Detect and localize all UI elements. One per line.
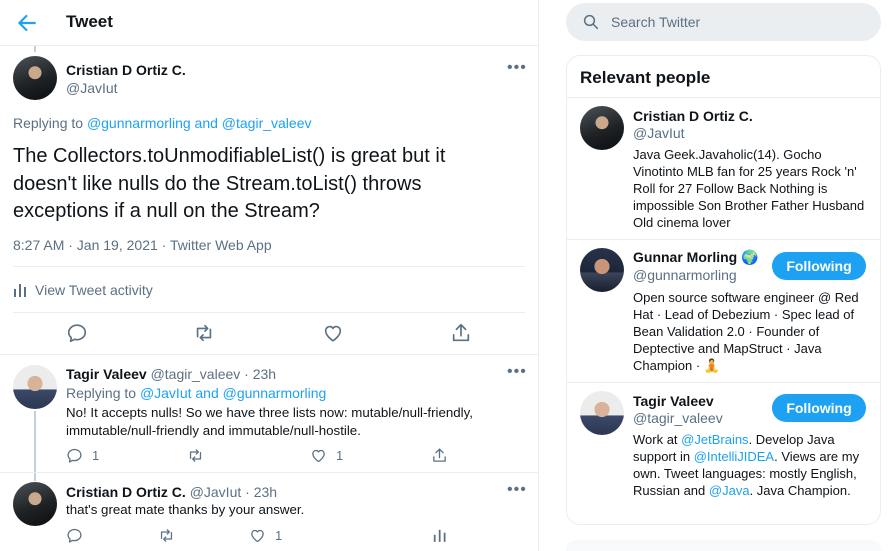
thread-connector bbox=[34, 411, 36, 481]
avatar[interactable] bbox=[13, 365, 57, 409]
reply-count: 1 bbox=[92, 447, 100, 463]
author-name[interactable]: Cristian D Ortiz C. bbox=[66, 484, 186, 500]
divider bbox=[13, 266, 525, 267]
replying-to: Replying to @JavIut and @gunnarmorling bbox=[66, 385, 326, 401]
like-button[interactable]: 1 bbox=[249, 526, 282, 544]
view-activity-label: View Tweet activity bbox=[35, 282, 153, 298]
reply-time[interactable]: · 23h bbox=[245, 484, 277, 500]
following-button[interactable]: Following bbox=[772, 252, 866, 280]
share-icon[interactable] bbox=[450, 322, 472, 344]
like-button[interactable]: 1 bbox=[310, 446, 343, 464]
reply-button[interactable]: 1 bbox=[66, 446, 99, 464]
reply-text: No! It accepts nulls! So we have three l… bbox=[66, 405, 473, 438]
retweet-button[interactable] bbox=[187, 446, 213, 464]
reply-header: Cristian D Ortiz C. @JavIut · 23h bbox=[66, 484, 277, 500]
divider bbox=[567, 97, 880, 98]
person-name: Gunnar Morling bbox=[633, 249, 738, 265]
person-bio: Open source software engineer @ Red Hat … bbox=[633, 290, 859, 373]
author-name[interactable]: Tagir Valeev bbox=[66, 366, 147, 382]
replying-prefix: Replying to bbox=[66, 385, 137, 401]
relevant-people-panel: Relevant people Cristian D Ortiz C. @Jav… bbox=[566, 55, 881, 525]
tweet-text: The Collectors.toUnmodifiableList() is g… bbox=[13, 145, 446, 222]
avatar[interactable] bbox=[13, 56, 57, 100]
divider bbox=[0, 354, 538, 355]
person-handle[interactable]: @tagir_valeev bbox=[633, 410, 723, 426]
view-activity-link[interactable]: View Tweet activity bbox=[13, 281, 153, 299]
bio-text: Work at bbox=[633, 432, 682, 447]
divider bbox=[567, 239, 880, 240]
like-icon bbox=[312, 449, 325, 462]
tweet-column: Tweet Cristian D Ortiz C. @JavIut ••• Re… bbox=[0, 0, 539, 551]
like-icon[interactable] bbox=[322, 322, 344, 344]
tweet-header-bar: Tweet bbox=[0, 0, 538, 46]
reply-header: Tagir Valeev @tagir_valeev · 23h bbox=[66, 366, 276, 382]
person-handle[interactable]: @gunnarmorling bbox=[633, 267, 737, 283]
thread-connector bbox=[34, 46, 36, 52]
jetbrains-link[interactable]: @JetBrains bbox=[681, 432, 748, 447]
search-icon bbox=[583, 14, 599, 30]
author-handle[interactable]: @JavIut bbox=[190, 484, 242, 500]
author-name[interactable]: Cristian D Ortiz C. bbox=[66, 62, 186, 78]
java-link[interactable]: @Java bbox=[709, 483, 750, 498]
analytics-icon bbox=[433, 529, 446, 542]
divider bbox=[567, 382, 880, 383]
avatar[interactable] bbox=[580, 391, 624, 435]
more-options-icon[interactable]: ••• bbox=[507, 482, 527, 498]
person-name[interactable]: Tagir Valeev bbox=[633, 393, 714, 409]
retweet-icon bbox=[189, 448, 202, 462]
author-handle[interactable]: @JavIut bbox=[66, 80, 118, 96]
analytics-button[interactable] bbox=[431, 526, 457, 544]
retweet-button[interactable] bbox=[158, 526, 184, 544]
retweet-icon[interactable] bbox=[193, 322, 215, 344]
more-options-icon[interactable]: ••• bbox=[507, 364, 527, 380]
person-bio: Java Geek.Javaholic(14). Gocho Vinotinto… bbox=[633, 147, 865, 230]
reply-icon[interactable] bbox=[66, 322, 88, 344]
trends-panel-edge bbox=[566, 540, 881, 551]
person-name[interactable]: Cristian D Ortiz C. bbox=[633, 108, 753, 124]
replying-users-link[interactable]: @JavIut and @gunnarmorling bbox=[140, 385, 326, 401]
tweet-timestamp[interactable]: 8:27 AM · Jan 19, 2021 · Twitter Web App bbox=[13, 237, 272, 253]
reply-button[interactable] bbox=[66, 526, 92, 544]
replying-users-link[interactable]: @gunnarmorling and @tagir_valeev bbox=[87, 115, 312, 131]
bio-text: . Java Champion. bbox=[749, 483, 851, 498]
divider bbox=[13, 312, 525, 313]
more-options-icon[interactable]: ••• bbox=[507, 60, 527, 76]
page-title: Tweet bbox=[66, 12, 113, 31]
share-button[interactable] bbox=[431, 446, 457, 464]
analytics-icon bbox=[14, 284, 26, 297]
person-handle[interactable]: @JavIut bbox=[633, 125, 685, 141]
reply-time[interactable]: · 23h bbox=[244, 366, 276, 382]
divider bbox=[0, 472, 538, 473]
like-count: 1 bbox=[336, 447, 344, 463]
search-bar[interactable] bbox=[566, 3, 881, 41]
person-name-row[interactable]: Gunnar Morling 🌍 bbox=[633, 249, 759, 266]
reply-count: 1 bbox=[275, 527, 283, 543]
replying-prefix: Replying to bbox=[13, 115, 84, 131]
author-handle[interactable]: @tagir_valeev bbox=[151, 366, 241, 382]
like-icon bbox=[251, 529, 264, 542]
globe-emoji-icon: 🌍 bbox=[741, 249, 759, 265]
intellijidea-link[interactable]: @IntelliJIDEA bbox=[694, 449, 774, 464]
avatar[interactable] bbox=[580, 106, 624, 150]
panel-title: Relevant people bbox=[580, 68, 711, 87]
search-input[interactable] bbox=[611, 3, 866, 41]
reply-text: that's great mate thanks by your answer. bbox=[66, 502, 305, 517]
retweet-icon bbox=[160, 528, 173, 542]
avatar[interactable] bbox=[13, 482, 57, 526]
following-button[interactable]: Following bbox=[772, 394, 866, 422]
replying-to: Replying to @gunnarmorling and @tagir_va… bbox=[13, 115, 311, 131]
avatar[interactable] bbox=[580, 248, 624, 292]
reply-icon bbox=[67, 528, 82, 543]
person-bio: Work at @JetBrains. Develop Java support… bbox=[633, 431, 873, 499]
share-icon bbox=[433, 447, 446, 462]
reply-icon bbox=[67, 448, 82, 463]
back-arrow-icon[interactable] bbox=[14, 10, 40, 36]
